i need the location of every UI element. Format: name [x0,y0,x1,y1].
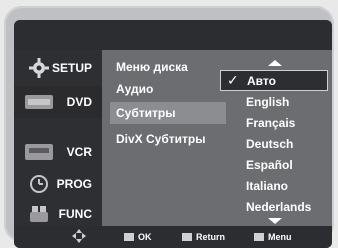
sidebar-item-setup[interactable]: SETUP [14,52,102,84]
checkmark-icon: ✓ [227,72,239,88]
sidebar-item-label: DVD [66,95,92,109]
menu-hint: Menu [254,232,292,242]
option-espanol[interactable]: Español [220,154,328,175]
menu-item-subtitles[interactable]: Субтитры [110,102,226,124]
option-label: Français [246,115,296,130]
function-icon [24,202,54,226]
menu-item-divx-subtitles[interactable]: DivX Субтитры [116,132,205,146]
scroll-down-arrow-icon[interactable] [268,218,282,224]
option-deutsch[interactable]: Deutsch [220,133,328,154]
option-nederlands[interactable]: Nederlands [220,196,328,217]
sidebar-item-vcr[interactable]: VCR [14,136,102,168]
vcr-icon [24,140,54,164]
return-hint: Return [182,232,225,242]
option-label: Deutsch [246,136,294,151]
dvd-icon [24,90,54,114]
option-label: Авто [247,73,276,88]
subtitle-language-dropdown: ✓ Авто English Français Deutsch Español … [220,60,330,224]
gear-icon [24,56,54,80]
navigation-hint [72,229,86,245]
submenu-panel: Меню диска Аудио Субтитры DivX Субтитры … [102,50,332,226]
clock-icon [24,172,54,196]
return-key-icon [182,233,192,241]
option-italiano[interactable]: Italiano [220,175,328,196]
sidebar-item-dvd[interactable]: DVD [14,86,102,118]
option-label: English [246,94,290,109]
option-english[interactable]: English [220,91,328,112]
footer-bar: OK Return Menu [14,226,332,248]
scroll-up-arrow-icon[interactable] [268,60,282,66]
ok-key-icon [124,233,134,241]
dpad-icon [72,229,86,245]
option-francais[interactable]: Français [220,112,328,133]
sidebar: SETUP DVD VCR PROG FUNC [14,50,102,226]
menu-item-disc-menu[interactable]: Меню диска [116,60,188,74]
return-label: Return [196,232,225,242]
sidebar-item-label: VCR [66,145,92,159]
sidebar-item-prog[interactable]: PROG [14,168,102,200]
sidebar-item-label: SETUP [51,61,92,75]
menu-key-icon [254,233,264,241]
option-label: Italiano [246,178,289,193]
sidebar-item-label: FUNC [58,207,92,221]
ok-hint: OK [124,232,152,242]
tv-frame: SETUP DVD VCR PROG FUNC Меню диска Аудио… [4,6,334,248]
title-bar [14,20,332,50]
menu-label: Menu [268,232,292,242]
osd-screen: SETUP DVD VCR PROG FUNC Меню диска Аудио… [14,20,332,248]
menu-item-label: Субтитры [116,106,176,120]
menu-item-audio[interactable]: Аудио [116,82,153,96]
sidebar-item-label: PROG [56,177,92,191]
option-label: Nederlands [246,199,312,214]
option-auto[interactable]: ✓ Авто [220,70,328,91]
ok-label: OK [138,232,152,242]
option-label: Español [246,157,293,172]
